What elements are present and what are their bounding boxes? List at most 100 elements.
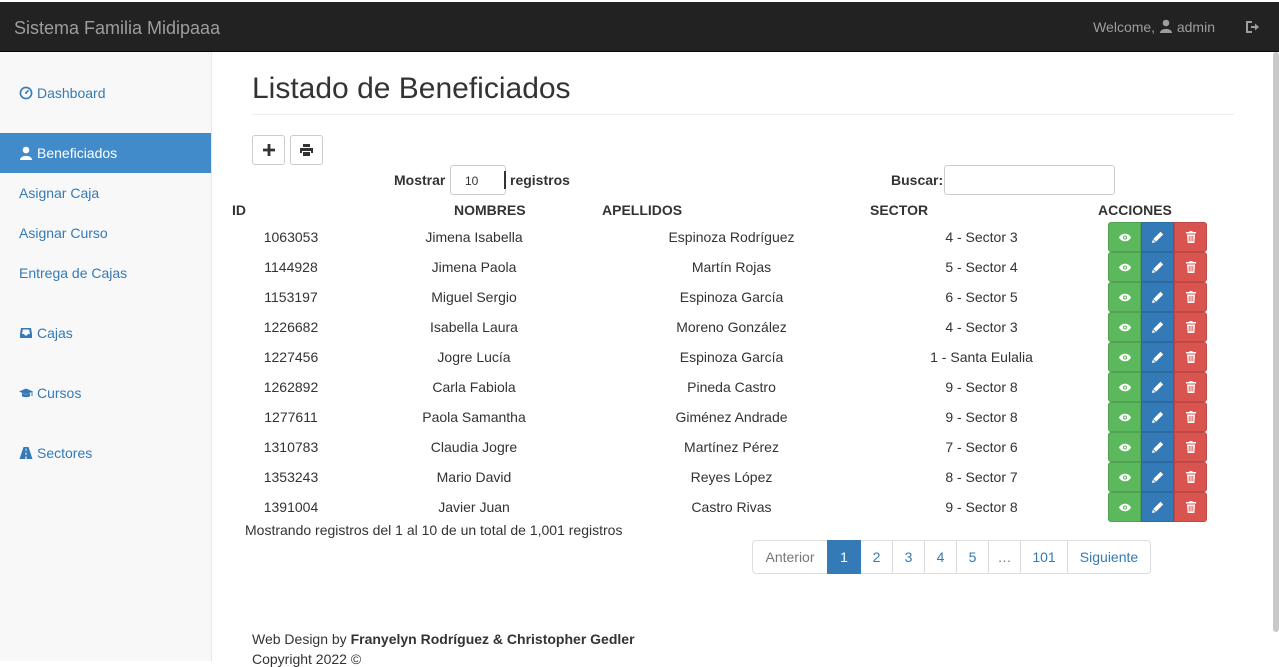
eye-icon: [1118, 353, 1131, 361]
top-navbar: Sistema Familia Midipaaa Welcome, admin: [0, 2, 1279, 52]
cell-apellidos: Espinoza García: [679, 349, 784, 365]
view-button[interactable]: [1108, 252, 1141, 282]
pencil-icon: [1151, 471, 1163, 483]
cell-apellidos: Martín Rojas: [691, 259, 772, 275]
sidebar-item-entrega-de-cajas[interactable]: Entrega de Cajas: [0, 253, 211, 293]
view-button[interactable]: [1108, 312, 1141, 342]
view-button[interactable]: [1108, 462, 1141, 492]
trash-icon: [1185, 501, 1196, 513]
cell-acciones: [1098, 372, 1238, 402]
edit-button[interactable]: [1141, 402, 1174, 432]
row-actions: [1108, 402, 1207, 432]
cell-id: 1227456: [263, 349, 319, 365]
page-1[interactable]: 1: [827, 540, 861, 574]
table-row: 1226682 Isabella Laura Moreno González 4 - …: [232, 312, 1238, 342]
table-row: 1262892 Carla Fabiola Pineda Castro 9 - Sec…: [232, 372, 1238, 402]
delete-button[interactable]: [1174, 222, 1207, 252]
cell-acciones: [1098, 342, 1238, 372]
add-beneficiado-button[interactable]: [252, 135, 285, 165]
trash-icon: [1185, 351, 1196, 363]
cell-nombres: Paola Samantha: [422, 409, 526, 425]
delete-button[interactable]: [1174, 342, 1207, 372]
edit-button[interactable]: [1141, 282, 1174, 312]
page-scrollbar[interactable]: [1273, 52, 1279, 632]
delete-button[interactable]: [1174, 312, 1207, 342]
previous-page-button[interactable]: Anterior: [752, 540, 828, 574]
view-button[interactable]: [1108, 432, 1141, 462]
delete-button[interactable]: [1174, 282, 1207, 312]
edit-button[interactable]: [1141, 252, 1174, 282]
column-header-id[interactable]: ID: [232, 198, 350, 222]
sidebar-item-beneficiados[interactable]: Beneficiados: [0, 133, 211, 173]
eye-icon: [1118, 473, 1131, 481]
page-2[interactable]: 2: [860, 540, 893, 574]
cell-id: 1153197: [264, 289, 318, 305]
column-header-acciones: ACCIONES: [1098, 202, 1172, 218]
pencil-icon: [1151, 351, 1163, 363]
edit-button[interactable]: [1141, 312, 1174, 342]
view-button[interactable]: [1108, 222, 1141, 252]
welcome-prefix: Welcome,: [1093, 19, 1156, 35]
sidebar-item-cajas[interactable]: Cajas: [0, 313, 211, 353]
row-actions: [1108, 432, 1207, 462]
sidebar-item-asignar-curso[interactable]: Asignar Curso: [0, 213, 211, 253]
sidebar-item-asignar-caja[interactable]: Asignar Caja: [0, 173, 211, 213]
row-actions: [1108, 222, 1207, 252]
edit-button[interactable]: [1141, 222, 1174, 252]
page-3[interactable]: 3: [892, 540, 925, 574]
cell-acciones: [1098, 432, 1238, 462]
trash-icon: [1185, 411, 1196, 423]
cell-acciones: [1098, 402, 1238, 432]
cell-id: 1353243: [263, 469, 319, 485]
sidebar-item-label: Beneficiados: [37, 145, 118, 161]
delete-button[interactable]: [1174, 432, 1207, 462]
edit-button[interactable]: [1141, 492, 1174, 522]
page-101[interactable]: 101: [1020, 540, 1068, 574]
pencil-icon: [1151, 261, 1163, 273]
page-length-select[interactable]: 10: [450, 165, 506, 195]
sidebar-item-label: Dashboard: [37, 85, 106, 101]
edit-button[interactable]: [1141, 462, 1174, 492]
page-5[interactable]: 5: [956, 540, 989, 574]
edit-button[interactable]: [1141, 342, 1174, 372]
next-page-button[interactable]: Siguiente: [1067, 540, 1151, 574]
delete-button[interactable]: [1174, 372, 1207, 402]
column-header-apellidos[interactable]: APELLIDOS: [598, 198, 865, 222]
cell-id: 1277611: [264, 409, 318, 425]
column-header-nombres[interactable]: NOMBRES: [350, 198, 598, 222]
cell-sector: 6 - Sector 5: [945, 289, 1018, 305]
delete-button[interactable]: [1174, 402, 1207, 432]
view-button[interactable]: [1108, 372, 1141, 402]
delete-button[interactable]: [1174, 252, 1207, 282]
print-button[interactable]: [290, 135, 323, 165]
welcome-user[interactable]: Welcome, admin: [1093, 19, 1215, 35]
footer-copyright: Copyright 2022 ©: [252, 651, 362, 667]
sidebar-item-sectores[interactable]: Sectores: [0, 433, 211, 473]
cell-acciones: [1098, 462, 1238, 492]
table-row: 1353243 Mario David Reyes López 8 - Sector …: [232, 462, 1238, 492]
cell-sector: 8 - Sector 7: [945, 469, 1018, 485]
edit-button[interactable]: [1141, 432, 1174, 462]
sidebar-item-dashboard[interactable]: Dashboard: [0, 73, 211, 113]
eye-icon: [1118, 443, 1131, 451]
cell-acciones: [1098, 252, 1238, 282]
page-4[interactable]: 4: [924, 540, 957, 574]
column-header-sector[interactable]: SECTOR: [865, 198, 1098, 222]
app-brand[interactable]: Sistema Familia Midipaaa: [14, 18, 220, 39]
logout-icon[interactable]: [1244, 19, 1260, 35]
sidebar-item-label: Entrega de Cajas: [19, 265, 128, 281]
cell-nombres: Carla Fabiola: [432, 379, 516, 395]
trash-icon: [1185, 441, 1196, 453]
edit-button[interactable]: [1141, 372, 1174, 402]
delete-button[interactable]: [1174, 492, 1207, 522]
search-input[interactable]: [944, 165, 1115, 195]
sidebar-item-cursos[interactable]: Cursos: [0, 373, 211, 413]
view-button[interactable]: [1108, 282, 1141, 312]
view-button[interactable]: [1108, 402, 1141, 432]
trash-icon: [1185, 381, 1196, 393]
delete-button[interactable]: [1174, 462, 1207, 492]
trash-icon: [1185, 291, 1196, 303]
view-button[interactable]: [1108, 342, 1141, 372]
table-row: 1153197 Miguel Sergio Espinoza García 6 - S…: [232, 282, 1238, 312]
view-button[interactable]: [1108, 492, 1141, 522]
